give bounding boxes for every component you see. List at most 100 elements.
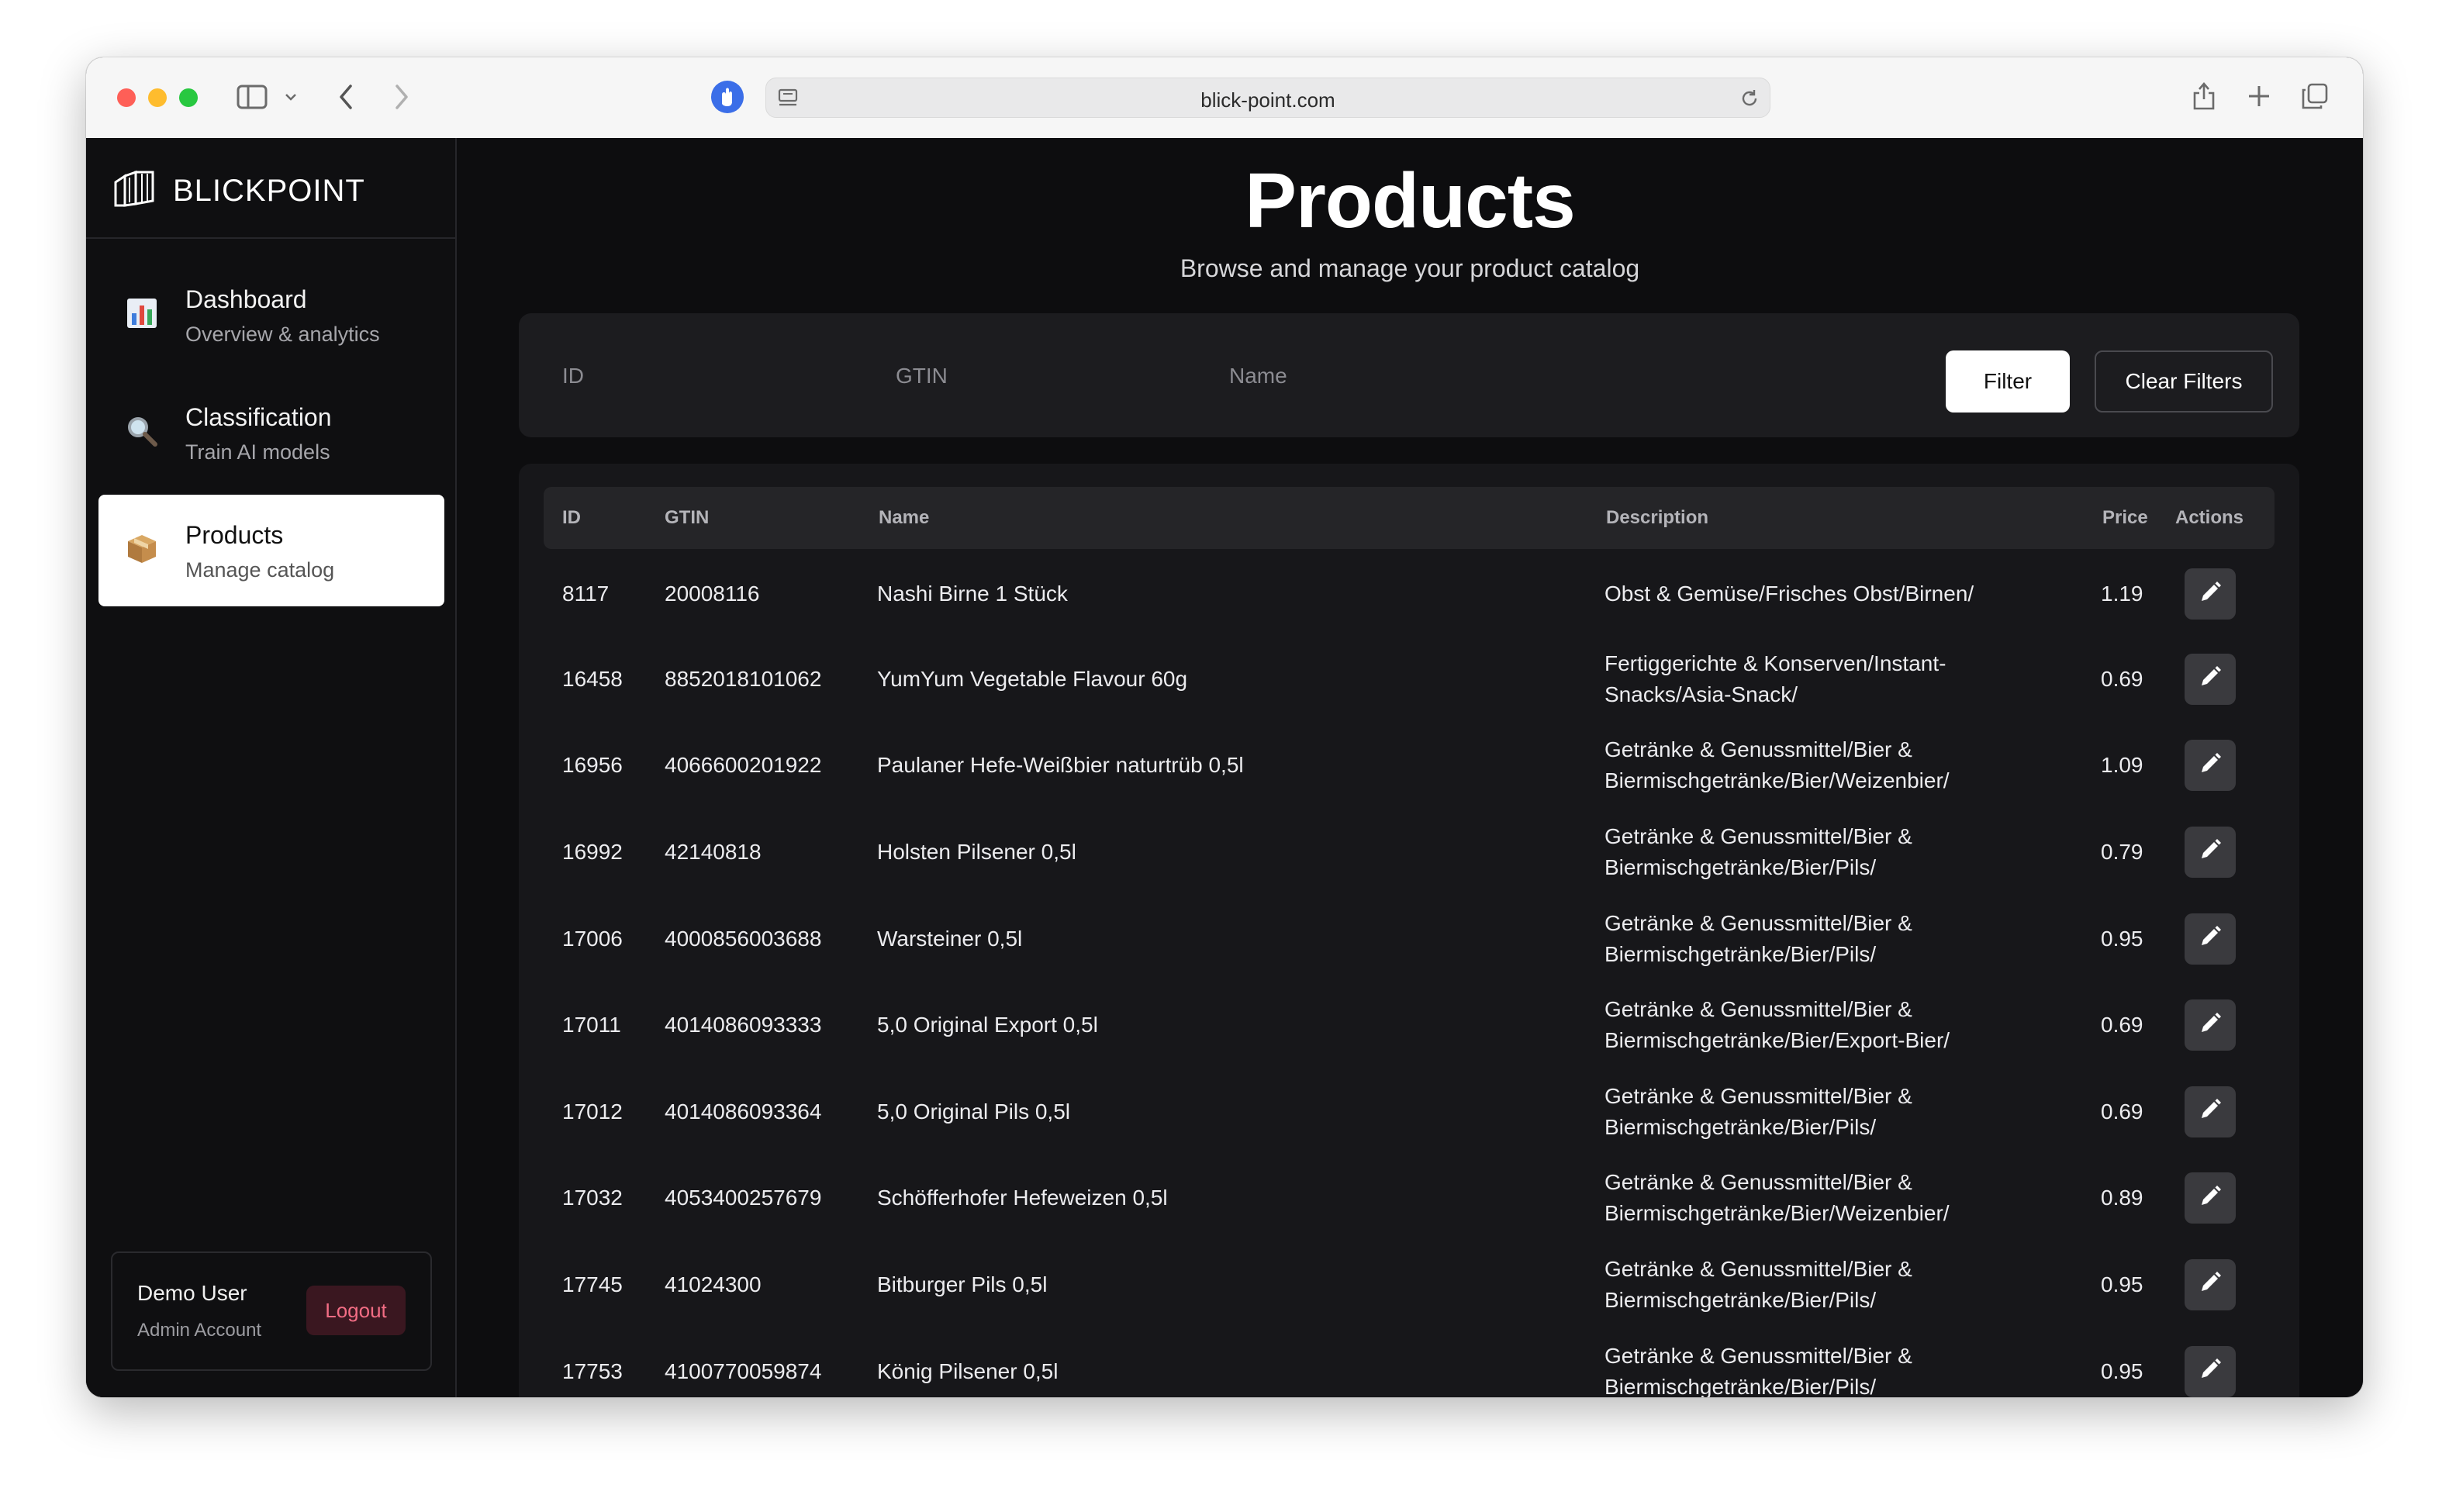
edit-button[interactable] (2185, 1345, 2236, 1397)
sidebar-item-title: Dashboard (185, 285, 307, 313)
sidebar-divider (86, 237, 455, 239)
cell-id: 17012 (562, 1099, 623, 1124)
reload-icon[interactable] (1739, 88, 1760, 113)
cell-name: 5,0 Original Pils 0,5l (877, 1099, 1071, 1124)
cell-description: Getränke & Genussmittel/Bier & Biermisch… (1604, 1083, 1912, 1139)
chevron-down-icon[interactable] (285, 91, 297, 105)
table-row[interactable]: 17006 4000856003688 Warsteiner 0,5l Getränk… (519, 896, 2299, 982)
cell-name: Bitburger Pils 0,5l (877, 1272, 1048, 1296)
sidebar-item-classification[interactable]: Classification Train AI models (98, 377, 444, 488)
table-row[interactable]: 17011 4014086093333 5,0 Original Export 0,… (519, 982, 2299, 1068)
cell-description: Getränke & Genussmittel/Bier & Biermisch… (1604, 1256, 1912, 1312)
sidebar-item-title: Products (185, 521, 284, 549)
sidebar-item-subtitle: Overview & analytics (185, 323, 380, 346)
cell-name: Nashi Birne 1 Stück (877, 582, 1068, 606)
back-icon[interactable] (337, 84, 354, 114)
cell-price: 0.69 (2101, 1013, 2143, 1037)
sidebar-item-title: Classification (185, 403, 332, 431)
cell-price: 0.95 (2101, 926, 2143, 951)
cell-id: 8117 (562, 582, 610, 606)
pencil-icon (2197, 1356, 2223, 1386)
products-table: ID GTIN Name Description Price Actions 8… (519, 464, 2299, 1397)
table-row[interactable]: 17012 4014086093364 5,0 Original Pils 0,5l… (519, 1068, 2299, 1155)
cell-price: 0.89 (2101, 1186, 2143, 1210)
sidebar: BLICKPOINT Dashboard Overview & analytic… (86, 138, 457, 1397)
zoom-window-button[interactable] (179, 88, 198, 107)
column-header-id[interactable]: ID (562, 507, 581, 529)
brand[interactable]: BLICKPOINT (112, 167, 365, 214)
minimize-window-button[interactable] (148, 88, 167, 107)
cell-description: Obst & Gemüse/Frisches Obst/Birnen/ (1604, 582, 1974, 606)
edit-button[interactable] (2185, 913, 2236, 965)
cell-id: 17006 (562, 926, 623, 951)
table-row[interactable]: 16992 42140818 Holsten Pilsener 0,5l Geträn… (519, 809, 2299, 896)
table-row[interactable]: 17745 41024300 Bitburger Pils 0,5l Getränke… (519, 1241, 2299, 1328)
cell-name: Paulaner Hefe-Weißbier naturtrüb 0,5l (877, 753, 1244, 778)
address-bar[interactable]: blick-point.com (765, 78, 1770, 118)
cell-gtin: 4066600201922 (665, 753, 822, 778)
forward-icon[interactable] (393, 84, 410, 114)
edit-button[interactable] (2185, 568, 2236, 620)
cell-name: YumYum Vegetable Flavour 60g (877, 666, 1188, 691)
cell-id: 17745 (562, 1272, 623, 1296)
edit-button[interactable] (2185, 653, 2236, 705)
cell-description: Fertiggerichte & Konserven/Instant-Snack… (1604, 651, 1946, 706)
table-row[interactable]: 16458 8852018101062 YumYum Vegetable Flavo… (519, 636, 2299, 723)
magnifier-icon (125, 414, 159, 448)
edit-button[interactable] (2185, 740, 2236, 792)
column-header-name[interactable]: Name (879, 507, 929, 529)
edit-button[interactable] (2185, 1258, 2236, 1310)
sidebar-item-subtitle: Manage catalog (185, 558, 335, 582)
table-header: ID GTIN Name Description Price Actions (544, 487, 2275, 549)
pencil-icon (2197, 579, 2223, 609)
sidebar-item-subtitle: Train AI models (185, 440, 330, 464)
id-filter-input[interactable] (561, 352, 858, 400)
sidebar-toggle-icon[interactable] (237, 84, 268, 114)
user-card: Demo User Admin Account Logout (111, 1251, 432, 1371)
edit-button[interactable] (2185, 1172, 2236, 1224)
table-row[interactable]: 17032 4053400257679 Schöfferhofer Hefeweiz… (519, 1155, 2299, 1242)
table-row[interactable]: 17753 4100770059874 König Pilsener 0,5l Get… (519, 1328, 2299, 1397)
edit-button[interactable] (2185, 1086, 2236, 1137)
table-row[interactable]: 16956 4066600201922 Paulaner Hefe-Weißbier… (519, 723, 2299, 810)
column-header-description[interactable]: Description (1606, 507, 1708, 529)
cell-gtin: 4000856003688 (665, 926, 822, 951)
tab-overview-icon[interactable] (2301, 82, 2329, 114)
column-header-gtin[interactable]: GTIN (665, 507, 709, 529)
edit-button[interactable] (2185, 999, 2236, 1051)
logout-button[interactable]: Logout (306, 1286, 406, 1335)
cell-id: 16992 (562, 839, 623, 864)
filter-button[interactable]: Filter (1946, 350, 2070, 413)
edit-button[interactable] (2185, 826, 2236, 878)
close-window-button[interactable] (117, 88, 136, 107)
cell-id: 16458 (562, 666, 623, 691)
cell-price: 1.09 (2101, 753, 2143, 778)
cell-price: 0.95 (2101, 1358, 2143, 1383)
share-icon[interactable] (2191, 81, 2217, 116)
sidebar-item-dashboard[interactable]: Dashboard Overview & analytics (98, 259, 444, 371)
cell-gtin: 20008116 (665, 582, 760, 606)
filter-bar: Filter Clear Filters (519, 313, 2299, 437)
sidebar-item-products[interactable]: Products Manage catalog (98, 495, 444, 606)
table-row[interactable]: 8117 20008116 Nashi Birne 1 Stück Obst & Ge… (519, 552, 2299, 636)
column-header-price[interactable]: Price (2102, 507, 2148, 529)
clear-filters-button[interactable]: Clear Filters (2095, 350, 2273, 413)
cell-name: Holsten Pilsener 0,5l (877, 839, 1076, 864)
cell-id: 17032 (562, 1186, 623, 1210)
new-tab-icon[interactable] (2247, 84, 2271, 112)
cell-gtin: 42140818 (665, 839, 762, 864)
package-icon (125, 532, 159, 566)
privacy-shield-icon[interactable] (711, 81, 744, 113)
column-header-actions: Actions (2175, 507, 2244, 528)
pencil-icon (2197, 837, 2223, 867)
user-role: Admin Account (137, 1320, 262, 1341)
cell-price: 0.69 (2101, 666, 2143, 691)
user-name: Demo User (137, 1281, 247, 1305)
gtin-filter-input[interactable] (894, 352, 1192, 400)
pencil-icon (2197, 664, 2223, 694)
cell-gtin: 4053400257679 (665, 1186, 822, 1210)
cell-name: 5,0 Original Export 0,5l (877, 1013, 1098, 1037)
name-filter-input[interactable] (1228, 352, 1898, 400)
cell-price: 0.95 (2101, 1272, 2143, 1296)
cell-description: Getränke & Genussmittel/Bier & Biermisch… (1604, 823, 1912, 879)
